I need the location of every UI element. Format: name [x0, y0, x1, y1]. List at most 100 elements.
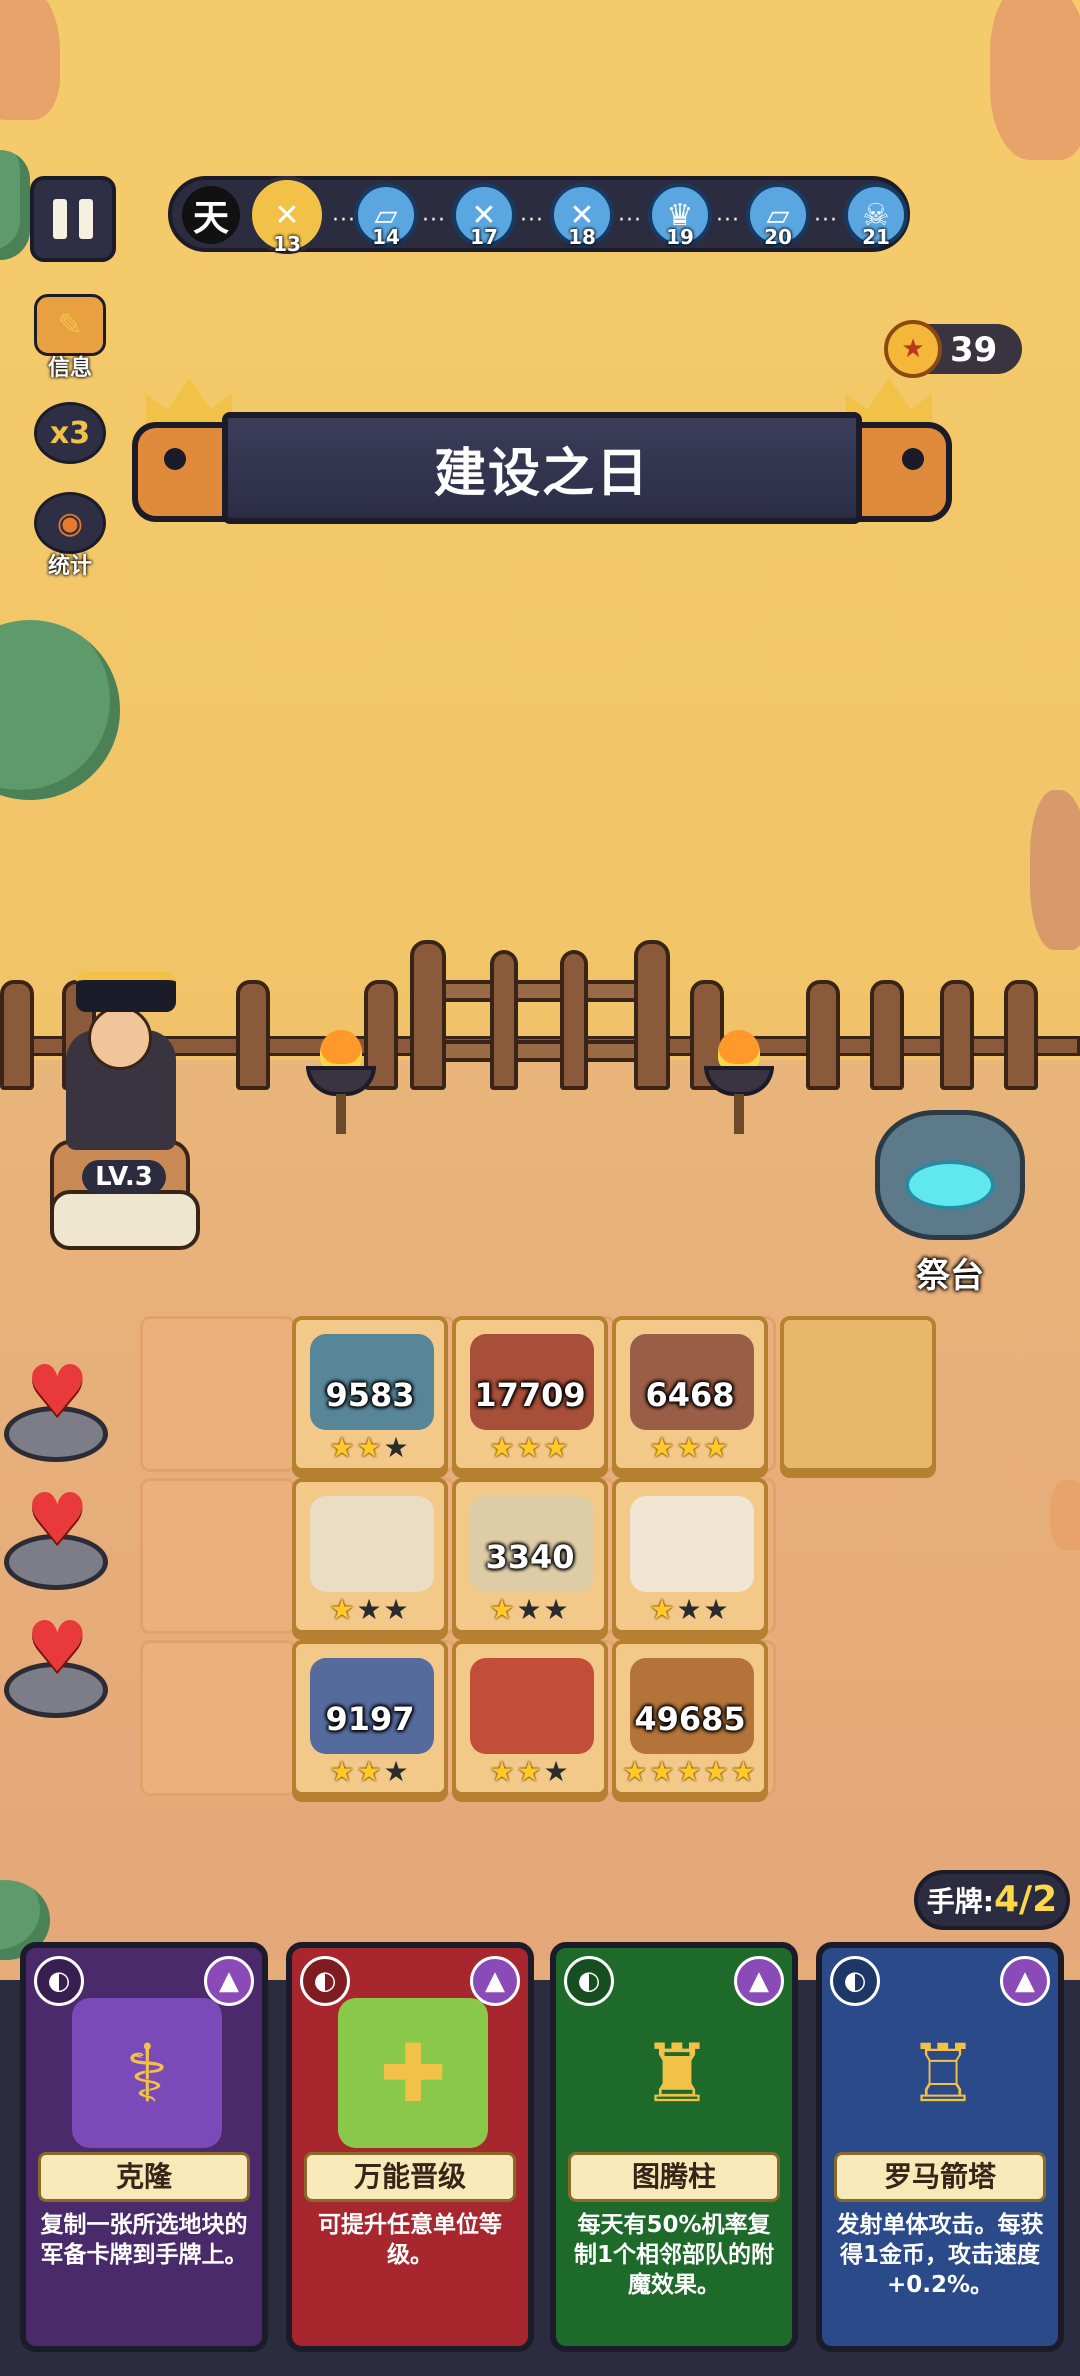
day-number: 21: [862, 225, 890, 249]
unit-tile-red-warriors[interactable]: 17709 ★★★: [452, 1316, 608, 1472]
card-rarity-icon: ▲: [734, 1956, 784, 2006]
star-filled-icon: ★: [356, 1755, 384, 1788]
star-rating: ★★★: [456, 1755, 604, 1788]
star-empty-icon: ★: [383, 1593, 411, 1626]
card-type-icon: ◐: [564, 1956, 614, 2006]
unit-tile-war-drum[interactable]: ★★★: [452, 1640, 608, 1796]
unit-tile-spearmen[interactable]: 6468 ★★★: [612, 1316, 768, 1472]
star-filled-icon: ★: [516, 1431, 544, 1464]
star-filled-icon: ★: [622, 1755, 650, 1788]
hand-card[interactable]: ◐ ▲ ♜ 图腾柱 每天有50%机率复制1个相邻部队的附魔效果。: [550, 1942, 798, 2352]
star-filled-icon: ★: [676, 1755, 704, 1788]
colosseum-icon: [630, 1496, 754, 1592]
day-label: 天: [182, 186, 240, 244]
card-name: 罗马箭塔: [834, 2152, 1046, 2202]
star-filled-icon: ★: [329, 1593, 357, 1626]
card-rarity-icon: ▲: [470, 1956, 520, 2006]
brazier-fire-icon: [704, 1030, 774, 1134]
rock-decoration: [1030, 790, 1080, 950]
hero-commander[interactable]: LV.3: [26, 970, 200, 1280]
day-separator: ···: [520, 208, 544, 233]
unit-tile-colosseum[interactable]: ★★★: [612, 1478, 768, 1634]
day-number: 18: [568, 225, 596, 249]
star-empty-icon: ★: [676, 1593, 704, 1626]
unit-count: 9197: [325, 1700, 415, 1738]
heart-icon: ♥: [26, 1606, 89, 1688]
life-heart: ♥: [4, 1484, 108, 1594]
star-empty-icon: ★: [703, 1593, 731, 1626]
star-empty-icon: ★: [516, 1593, 544, 1626]
hand-card[interactable]: ◐ ▲ ♖ 罗马箭塔 发射单体攻击。每获得1金币，攻击速度+0.2%。: [816, 1942, 1064, 2352]
star-filled-icon: ★: [730, 1755, 758, 1788]
info-button[interactable]: ✎ 信息: [34, 294, 106, 382]
altar[interactable]: 祭台: [855, 1090, 1045, 1296]
day-separator: ···: [332, 208, 356, 233]
day-number: 20: [764, 225, 792, 249]
buildable-tile[interactable]: [780, 1316, 936, 1472]
unit-tile-skeleton-shrine[interactable]: ★★★: [292, 1478, 448, 1634]
hand-card[interactable]: ◐ ▲ ⚕ 克隆 复制一张所选地块的军备卡牌到手牌上。: [20, 1942, 268, 2352]
star-filled-icon: ★: [543, 1431, 571, 1464]
star-filled-icon: ★: [649, 1755, 677, 1788]
phase-title: 建设之日: [433, 443, 650, 504]
star-rating: ★★★: [456, 1431, 604, 1464]
star-filled-icon: ★: [329, 1755, 357, 1788]
bush-decoration: [0, 150, 30, 260]
card-type-icon: ◐: [300, 1956, 350, 2006]
card-type-icon: ◐: [830, 1956, 880, 2006]
star-rating: ★★★★★: [616, 1755, 764, 1788]
rock-decoration: [0, 0, 60, 120]
rock-decoration: [990, 0, 1080, 160]
star-filled-icon: ★: [676, 1431, 704, 1464]
hand-card[interactable]: ◐ ▲ ✚ 万能晋级 可提升任意单位等级。: [286, 1942, 534, 2352]
star-filled-icon: ★: [649, 1593, 677, 1626]
altar-label: 祭台: [916, 1256, 984, 1296]
day-progress-track: 天 ✕ 13 ··· ▱ 14 ··· ✕ 17 ··· ✕ 18 ··· ♛ 19 ··· ▱ 20 ··· ☠ 2…: [168, 176, 910, 256]
stats-icon: ◉: [34, 492, 106, 554]
empty-tile[interactable]: [140, 1640, 296, 1796]
hand-count: 4/2: [993, 1879, 1058, 1920]
star-filled-icon: ★: [489, 1593, 517, 1626]
skeleton-shrine-icon: [310, 1496, 434, 1592]
unit-tile-blue-soldiers[interactable]: 9197 ★★★: [292, 1640, 448, 1796]
day-separator: ···: [814, 208, 838, 233]
coin-icon: ★: [884, 320, 942, 378]
hand-label: 手牌:: [926, 1885, 994, 1918]
star-filled-icon: ★: [329, 1431, 357, 1464]
unit-tile-blue-archers[interactable]: 9583 ★★★: [292, 1316, 448, 1472]
empty-tile[interactable]: [140, 1316, 296, 1472]
star-empty-icon: ★: [383, 1755, 411, 1788]
day-separator: ···: [422, 208, 446, 233]
speed-button[interactable]: x3: [34, 402, 106, 464]
hero-level-badge: LV.3: [82, 1160, 166, 1194]
day-number: 17: [470, 225, 498, 249]
unit-count: 49685: [634, 1700, 746, 1738]
day-separator: ···: [716, 208, 740, 233]
card-name: 图腾柱: [568, 2152, 780, 2202]
unit-tile-mummies[interactable]: 3340 ★★★: [452, 1478, 608, 1634]
card-type-icon: ◐: [34, 1956, 84, 2006]
empty-tile[interactable]: [140, 1478, 296, 1634]
star-empty-icon: ★: [543, 1593, 571, 1626]
game-scene: 天 ✕ 13 ··· ▱ 14 ··· ✕ 17 ··· ✕ 18 ··· ♛ 19 ··· ▱ 20 ··· ☠ 2…: [0, 0, 1080, 2376]
day-node-13: ✕ 13: [248, 176, 326, 256]
day-separator: ···: [618, 208, 642, 233]
star-filled-icon: ★: [489, 1431, 517, 1464]
stats-button[interactable]: ◉ 统计: [34, 492, 106, 580]
day-number: 19: [666, 225, 694, 249]
star-empty-icon: ★: [383, 1431, 411, 1464]
pause-button[interactable]: [30, 176, 116, 262]
day-number: 14: [372, 225, 400, 249]
scroll-icon: ✎: [34, 294, 106, 356]
star-empty-icon: ★: [543, 1755, 571, 1788]
coin-value: 39: [950, 330, 998, 370]
stats-label: 统计: [47, 554, 92, 579]
star-filled-icon: ★: [703, 1755, 731, 1788]
star-rating: ★★★: [296, 1593, 444, 1626]
day-node-14: ▱ 14: [354, 183, 418, 249]
heart-icon: ♥: [26, 1350, 89, 1432]
phase-title-banner: 建设之日: [222, 412, 862, 524]
card-description: 发射单体攻击。每获得1金币，攻击速度+0.2%。: [836, 2212, 1044, 2298]
unit-tile-spiked-barricade[interactable]: 49685 ★★★★★: [612, 1640, 768, 1796]
unit-count: 9583: [325, 1376, 415, 1414]
